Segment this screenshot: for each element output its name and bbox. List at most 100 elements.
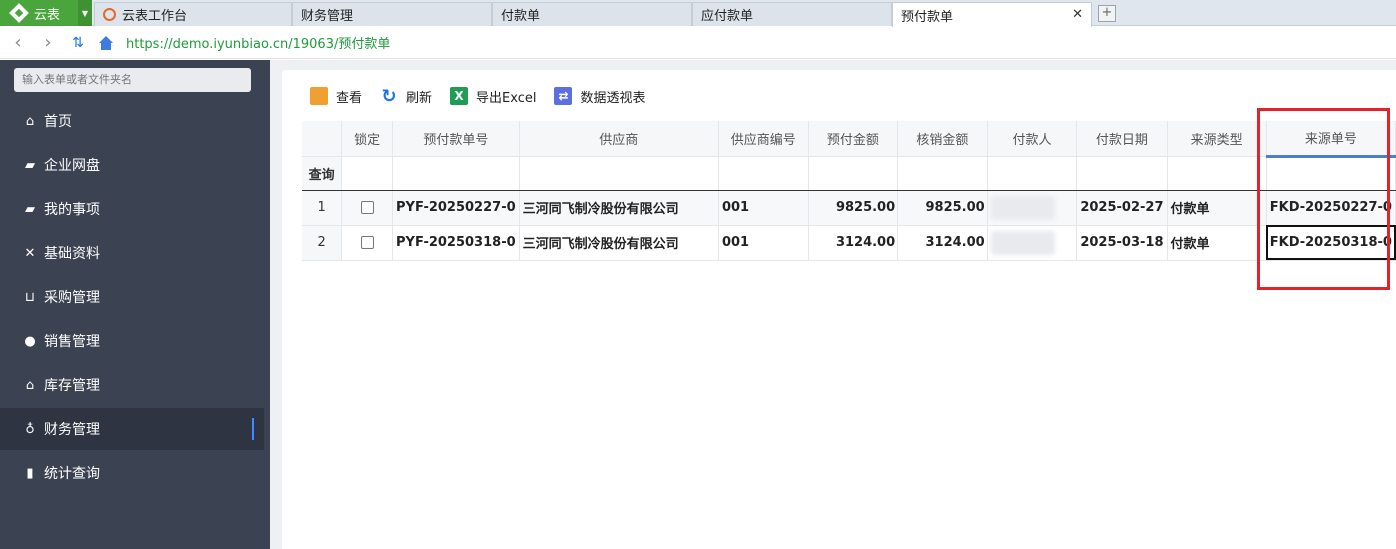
sidebar-item-tasks[interactable]: ▰ 我的事项 [0, 188, 264, 230]
pivot-label: 数据透视表 [580, 90, 646, 106]
workbench-icon [103, 8, 116, 21]
tab-label: 预付款单 [901, 9, 954, 25]
app-logo-icon [9, 3, 29, 23]
filter-cell[interactable] [341, 156, 394, 191]
bar-chart-icon: ▮ [26, 465, 34, 481]
cell-order-no[interactable]: PYF-20250318-0 [392, 225, 520, 261]
column-header-writeoff-amount[interactable]: 核销金额 [897, 121, 988, 157]
lock-checkbox[interactable] [360, 236, 374, 249]
cell-supplier[interactable]: 三河同飞制冷股份有限公司 [519, 190, 719, 226]
url-text[interactable]: https://demo.iyunbiao.cn/19063/预付款单 [126, 33, 390, 52]
table-row[interactable]: 2 PYF-20250318-0 三河同飞制冷股份有限公司 001 3124.0… [302, 225, 1396, 261]
app-logo-tab[interactable]: 云表 [0, 0, 78, 26]
filter-cell[interactable] [897, 156, 988, 191]
close-icon[interactable]: ✕ [1072, 7, 1083, 22]
row-index: 2 [302, 225, 343, 261]
sidebar-item-disk[interactable]: ▰ 企业网盘 [0, 144, 264, 186]
filter-cell[interactable] [808, 156, 899, 191]
reload-icon[interactable]: ⇅ [66, 35, 90, 51]
cell-supplier-code[interactable]: 001 [718, 190, 809, 226]
forward-icon[interactable]: › [36, 32, 60, 53]
row-index: 1 [302, 190, 343, 226]
plus-icon: + [1101, 5, 1113, 20]
filter-row: 查询 [302, 156, 1396, 191]
sidebar-item-label: 企业网盘 [44, 158, 100, 174]
new-tab-button[interactable]: + [1098, 5, 1116, 22]
filter-cell[interactable] [519, 156, 719, 191]
column-header-lock[interactable]: 锁定 [341, 121, 394, 157]
refresh-icon: ↻ [381, 85, 397, 107]
filter-cell[interactable] [1076, 156, 1168, 191]
folder-icon: ▰ [25, 201, 35, 217]
cell-prepay-amount[interactable]: 9825.00 [808, 190, 899, 226]
sidebar-item-stats[interactable]: ▮ 统计查询 [0, 452, 264, 494]
sidebar: ⌂ 首页 ▰ 企业网盘 ▰ 我的事项 ✕ 基础资料 ⊔ 采购管理 ● 销售管理 … [0, 60, 270, 549]
address-bar: ‹ › ⇅ https://demo.iyunbiao.cn/19063/预付款… [0, 27, 1396, 59]
money-bag-icon: ♁ [25, 421, 35, 437]
view-button[interactable]: 查看 [310, 87, 362, 106]
cell-order-no[interactable]: PYF-20250227-0 [392, 190, 520, 226]
column-header-pay-date[interactable]: 付款日期 [1076, 121, 1168, 157]
cell-writeoff-amount[interactable]: 9825.00 [897, 190, 988, 226]
sidebar-item-finance[interactable]: ♁ 财务管理 [0, 408, 264, 450]
column-header-source-type[interactable]: 来源类型 [1167, 121, 1267, 157]
lock-checkbox-cell[interactable] [341, 190, 394, 226]
sidebar-item-label: 财务管理 [44, 422, 100, 438]
cell-source-type[interactable]: 付款单 [1167, 190, 1267, 226]
column-header-supplier-code[interactable]: 供应商编号 [718, 121, 809, 157]
cart-icon: ⊔ [24, 289, 36, 305]
tab-label: 应付款单 [701, 9, 754, 24]
sidebar-item-purchase[interactable]: ⊔ 采购管理 [0, 276, 264, 318]
sidebar-item-label: 我的事项 [44, 202, 100, 218]
filter-cell[interactable] [1167, 156, 1267, 191]
toolbar: 查看 ↻ 刷新 X 导出Excel ⇄ 数据透视表 [310, 84, 663, 108]
cell-writeoff-amount[interactable]: 3124.00 [897, 225, 988, 261]
sidebar-search-input[interactable] [14, 68, 251, 92]
sidebar-item-label: 库存管理 [44, 378, 100, 394]
sidebar-item-basic[interactable]: ✕ 基础资料 [0, 232, 264, 274]
tab-finance[interactable]: 财务管理 [292, 2, 492, 26]
sidebar-item-home[interactable]: ⌂ 首页 [0, 100, 264, 142]
sidebar-item-sales[interactable]: ● 销售管理 [0, 320, 264, 362]
home-icon: ⌂ [25, 113, 35, 129]
filter-cell[interactable] [718, 156, 809, 191]
highlight-annotation-box [1257, 108, 1390, 290]
sidebar-item-label: 销售管理 [44, 334, 100, 350]
lock-checkbox[interactable] [360, 201, 374, 214]
cell-pay-date[interactable]: 2025-03-18 [1076, 225, 1168, 261]
tab-label: 云表工作台 [122, 9, 188, 24]
home-icon: ⌂ [25, 377, 35, 393]
pivot-table-button[interactable]: ⇄ 数据透视表 [554, 87, 645, 106]
back-icon[interactable]: ‹ [6, 32, 30, 53]
app-menu-dropdown[interactable]: ▼ [78, 0, 92, 26]
cell-source-type[interactable]: 付款单 [1167, 225, 1267, 261]
cell-prepay-amount[interactable]: 3124.00 [808, 225, 899, 261]
browser-tab-strip: 云表 ▼ 云表工作台 财务管理 付款单 应付款单 预付款单 ✕ + [0, 0, 1396, 27]
cell-payer[interactable] [987, 225, 1078, 261]
filter-cell[interactable] [392, 156, 520, 191]
lock-checkbox-cell[interactable] [341, 225, 394, 261]
column-header-prepay-amount[interactable]: 预付金额 [808, 121, 899, 157]
main-panel: 查看 ↻ 刷新 X 导出Excel ⇄ 数据透视表 锁定 预付款单号 供应商 供… [282, 70, 1396, 549]
cell-pay-date[interactable]: 2025-02-27 [1076, 190, 1168, 226]
tab-payment[interactable]: 付款单 [492, 2, 692, 26]
cell-supplier-code[interactable]: 001 [718, 225, 809, 261]
column-header-order-no[interactable]: 预付款单号 [392, 121, 520, 157]
cell-payer[interactable] [987, 190, 1078, 226]
home-icon[interactable] [98, 35, 114, 50]
export-excel-button[interactable]: X 导出Excel [450, 87, 536, 106]
cell-supplier[interactable]: 三河同飞制冷股份有限公司 [519, 225, 719, 261]
tab-payable[interactable]: 应付款单 [692, 2, 892, 26]
refresh-button[interactable]: ↻ 刷新 [380, 85, 432, 107]
sidebar-item-inventory[interactable]: ⌂ 库存管理 [0, 364, 264, 406]
column-header-payer[interactable]: 付款人 [987, 121, 1078, 157]
app-name: 云表 [34, 7, 61, 23]
folder-icon: ▰ [25, 157, 35, 173]
filter-cell[interactable] [987, 156, 1078, 191]
tab-workbench[interactable]: 云表工作台 [94, 2, 292, 26]
caret-down-icon: ▼ [81, 8, 89, 18]
column-header-supplier[interactable]: 供应商 [519, 121, 719, 157]
tab-prepayment[interactable]: 预付款单 ✕ [892, 2, 1092, 27]
corner-cell [302, 121, 343, 157]
table-row[interactable]: 1 PYF-20250227-0 三河同飞制冷股份有限公司 001 9825.0… [302, 190, 1396, 226]
